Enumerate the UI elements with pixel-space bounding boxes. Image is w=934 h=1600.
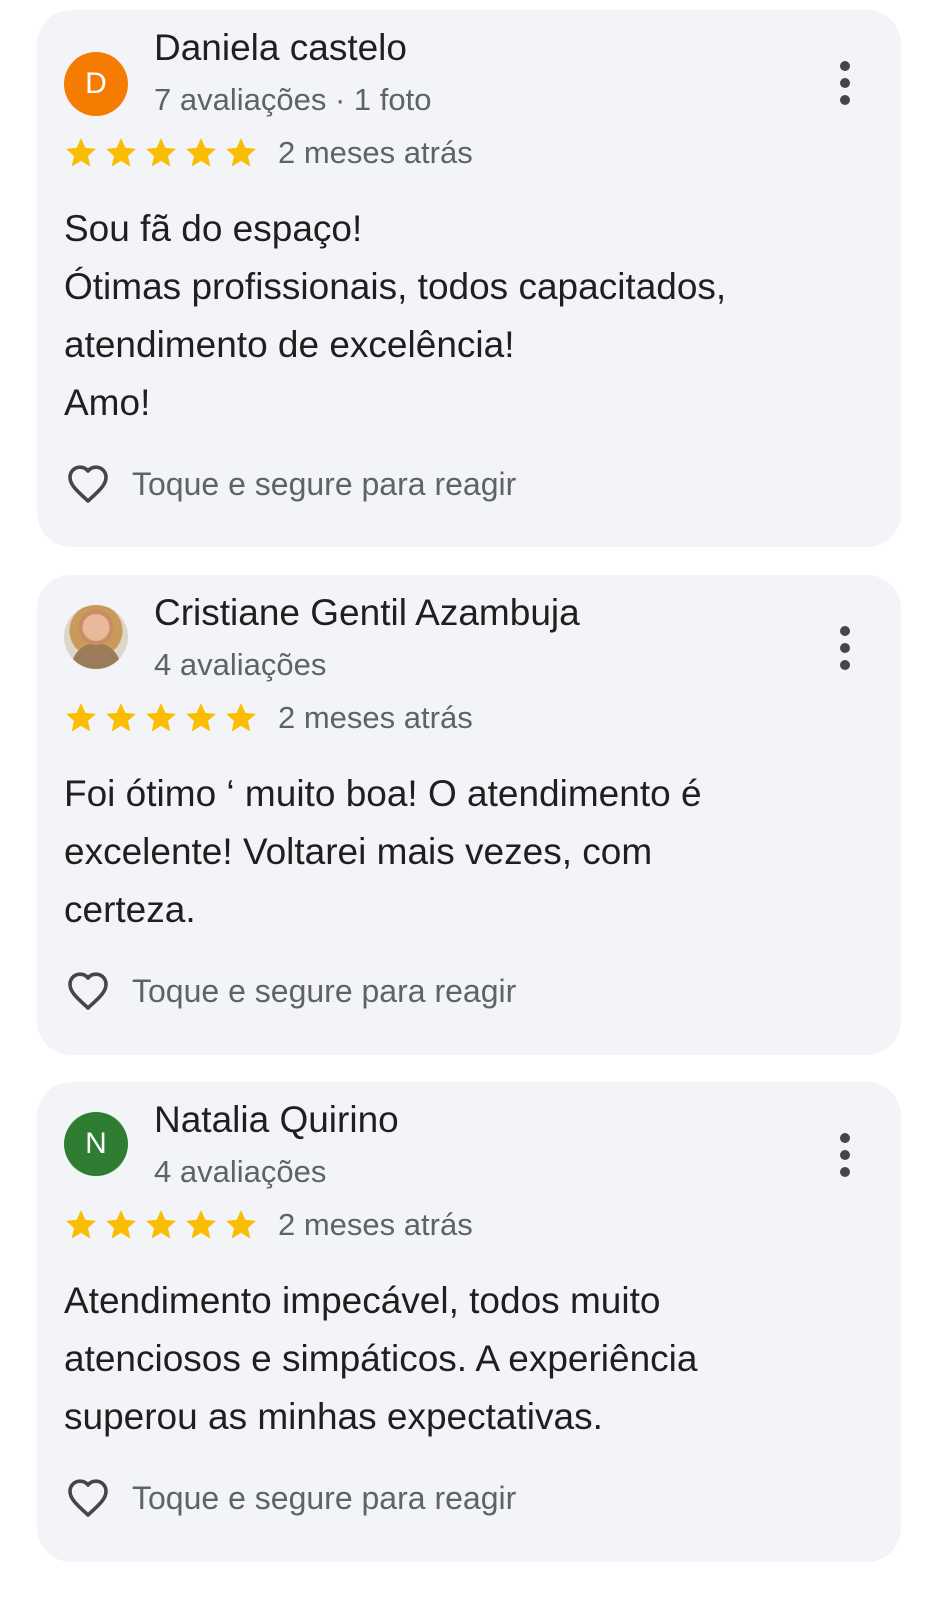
star-rating: [64, 136, 258, 170]
review-text-line: atendimento de excelência!: [64, 324, 515, 365]
review-card: Cristiane Gentil Azambuja 4 avaliações 2…: [37, 575, 901, 1055]
star-icon: [226, 138, 256, 167]
star-icon: [106, 1210, 136, 1239]
heart-icon[interactable]: [64, 1474, 112, 1522]
star-icon: [186, 138, 216, 167]
more-options-icon[interactable]: [833, 1132, 857, 1178]
heart-icon[interactable]: [64, 967, 112, 1015]
star-icon: [106, 138, 136, 167]
reviewer-meta: 7 avaliações · 1 foto: [154, 82, 432, 117]
review-text: Atendimento impecável, todos muito atenc…: [64, 1272, 864, 1446]
reviewer-meta: 4 avaliações: [154, 1154, 327, 1189]
more-options-icon[interactable]: [833, 60, 857, 106]
review-card: N Natalia Quirino 4 avaliações 2 meses a…: [37, 1082, 901, 1562]
review-text-line: Ótimas profissionais, todos capacitados,: [64, 266, 727, 307]
react-label: Toque e segure para reagir: [132, 1479, 517, 1516]
avatar[interactable]: [64, 605, 128, 669]
avatar[interactable]: N: [64, 1112, 128, 1176]
review-text-line: Sou fã do espaço!: [64, 208, 363, 249]
review-text-line: excelente! Voltarei mais vezes, com: [64, 831, 653, 872]
star-icon: [226, 1210, 256, 1239]
star-rating: [64, 1208, 258, 1242]
heart-icon[interactable]: [64, 460, 112, 508]
review-text-line: atenciosos e simpáticos. A experiência: [64, 1338, 698, 1379]
react-label: Toque e segure para reagir: [132, 972, 517, 1009]
star-icon: [66, 703, 96, 732]
star-icon: [106, 703, 136, 732]
review-text-line: Atendimento impecável, todos muito: [64, 1280, 661, 1321]
star-icon: [146, 1210, 176, 1239]
rating-row: 2 meses atrás: [64, 1205, 473, 1245]
star-icon: [146, 138, 176, 167]
reviewer-name[interactable]: Natalia Quirino: [154, 1098, 399, 1142]
reviewer-name[interactable]: Cristiane Gentil Azambuja: [154, 591, 580, 635]
rating-row: 2 meses atrás: [64, 133, 473, 173]
react-button[interactable]: Toque e segure para reagir: [64, 1474, 516, 1522]
review-text-line: certeza.: [64, 889, 196, 930]
review-text-line: Amo!: [64, 382, 151, 423]
star-icon: [186, 703, 216, 732]
rating-row: 2 meses atrás: [64, 698, 473, 738]
avatar[interactable]: D: [64, 52, 128, 116]
review-date: 2 meses atrás: [278, 135, 473, 170]
review-text: Sou fã do espaço! Ótimas profissionais, …: [64, 200, 864, 432]
star-icon: [66, 1210, 96, 1239]
more-options-icon[interactable]: [833, 625, 857, 671]
review-text-line: superou as minhas expectativas.: [64, 1396, 603, 1437]
review-card: D Daniela castelo 7 avaliações · 1 foto …: [37, 10, 901, 547]
star-icon: [146, 703, 176, 732]
star-rating: [64, 701, 258, 735]
review-date: 2 meses atrás: [278, 700, 473, 735]
star-icon: [186, 1210, 216, 1239]
star-icon: [66, 138, 96, 167]
star-icon: [226, 703, 256, 732]
react-button[interactable]: Toque e segure para reagir: [64, 460, 516, 508]
reviewer-meta: 4 avaliações: [154, 647, 327, 682]
review-text: Foi ótimo ‘ muito boa! O atendimento é e…: [64, 765, 864, 939]
react-label: Toque e segure para reagir: [132, 465, 517, 502]
review-date: 2 meses atrás: [278, 1207, 473, 1242]
reviewer-name[interactable]: Daniela castelo: [154, 26, 407, 70]
review-text-line: Foi ótimo ‘ muito boa! O atendimento é: [64, 773, 702, 814]
react-button[interactable]: Toque e segure para reagir: [64, 967, 516, 1015]
